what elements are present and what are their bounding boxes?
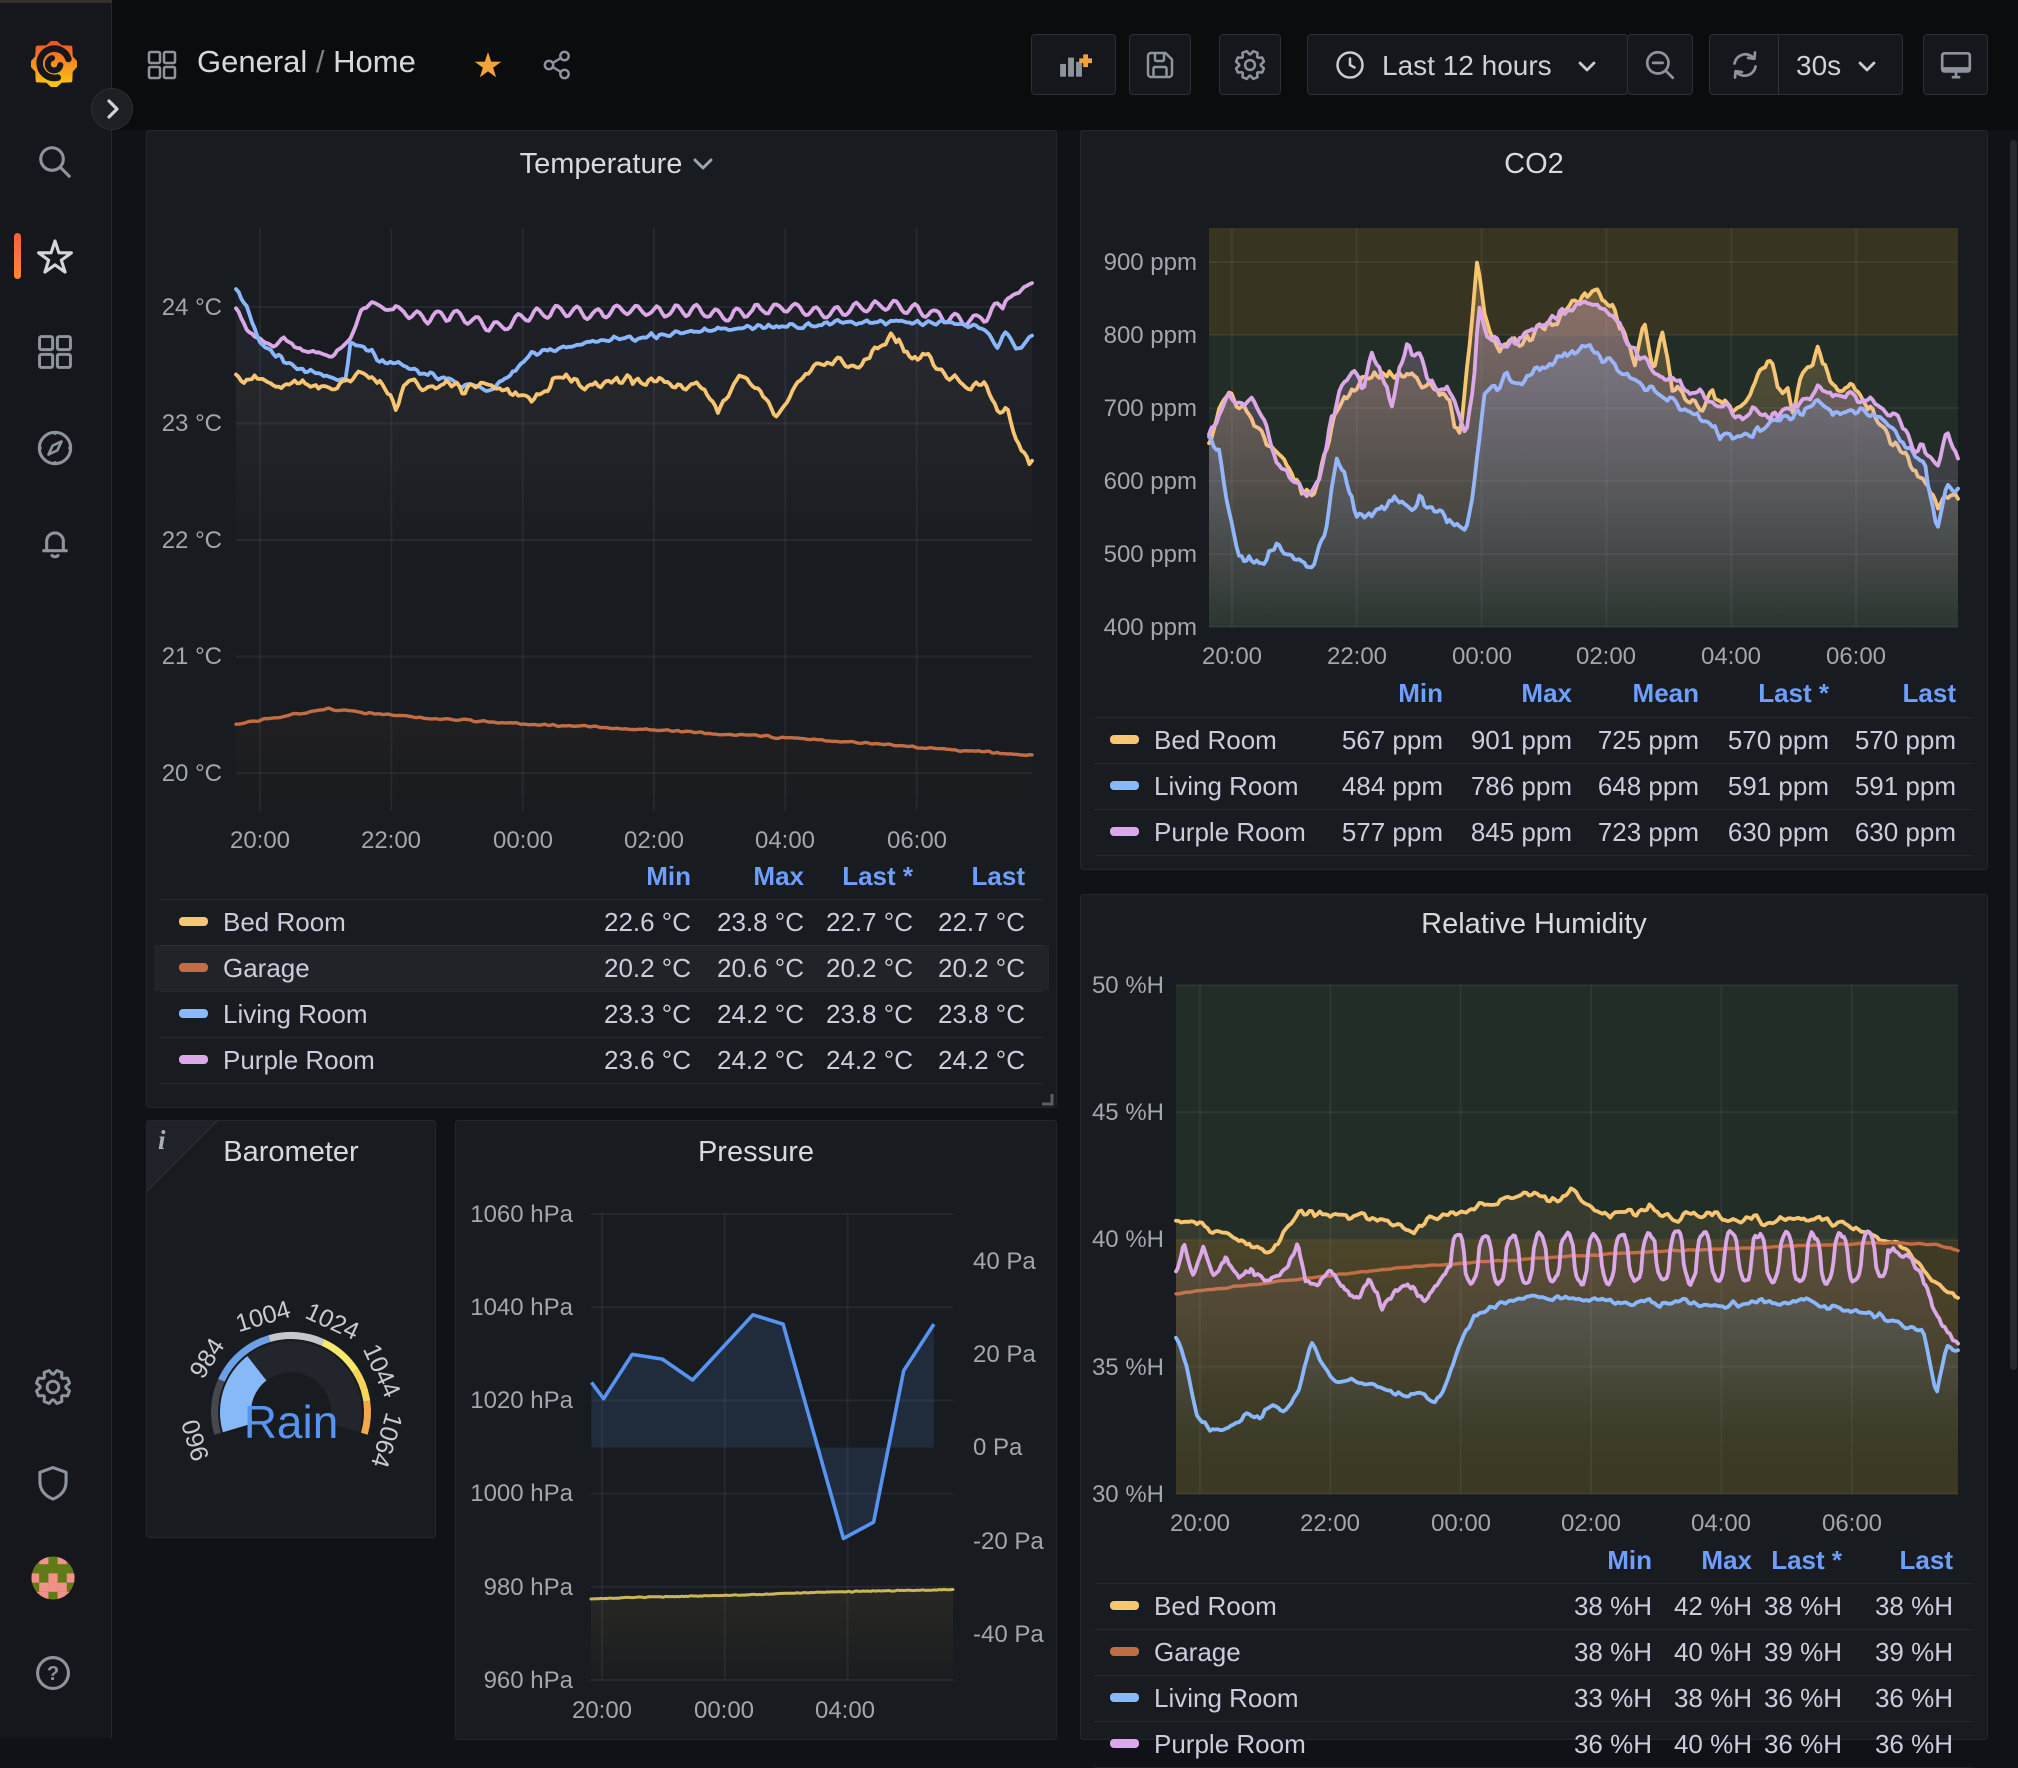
svg-text:1064: 1064 <box>365 1410 408 1471</box>
svg-text:960: 960 <box>176 1416 215 1464</box>
svg-text:Rain: Rain <box>244 1396 339 1448</box>
svg-text:1004: 1004 <box>232 1295 293 1338</box>
